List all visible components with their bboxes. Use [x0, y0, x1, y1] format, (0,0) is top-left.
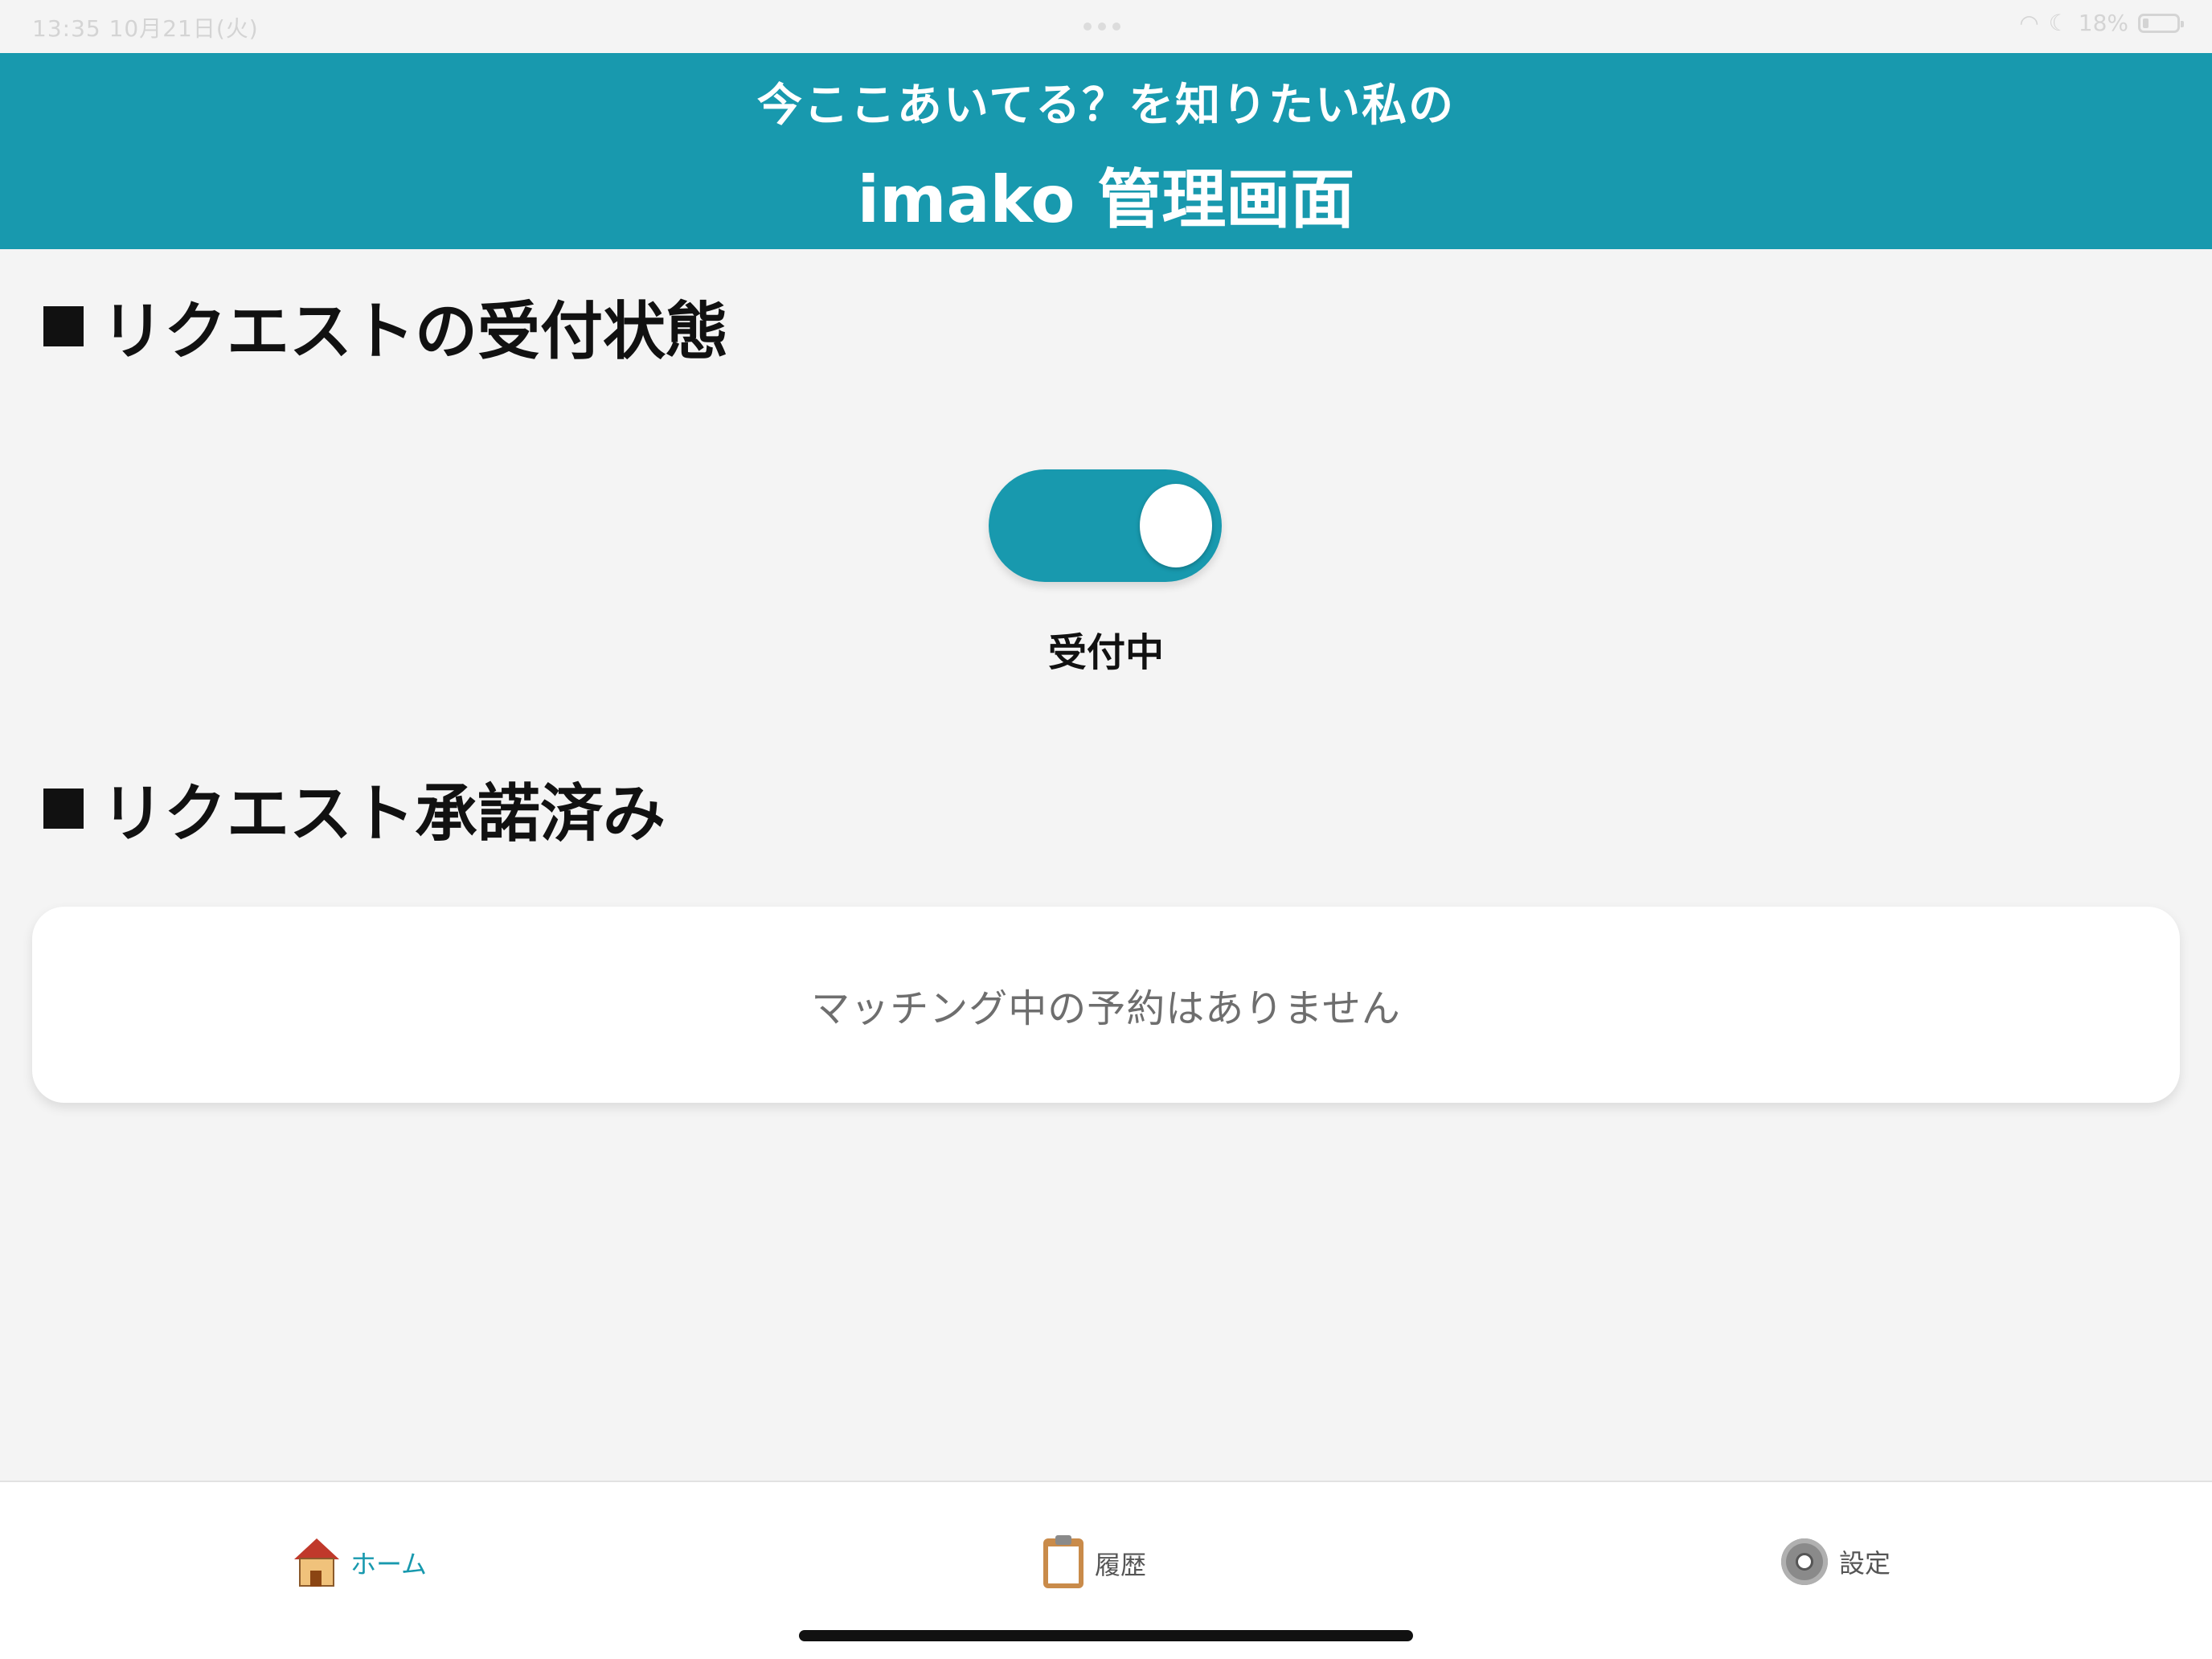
toggle-status-label: 受付中: [1047, 630, 1164, 675]
heading-square-icon: [43, 306, 84, 346]
tab-history-label: 履歴: [1095, 1550, 1147, 1580]
empty-reservations-card: マッチング中の予約はありません: [32, 907, 2180, 1103]
approved-requests-heading: リクエスト承諾済み: [43, 764, 666, 854]
status-time: 13:35 10月21日(火): [32, 15, 259, 42]
wifi-icon: ◠: [2019, 10, 2039, 36]
battery-icon: [2138, 13, 2184, 33]
heading-square-icon: [43, 789, 84, 829]
home-indicator[interactable]: [799, 1630, 1413, 1641]
clipboard-icon: [1043, 1535, 1083, 1588]
tab-settings-label: 設定: [1839, 1548, 1891, 1579]
tab-history[interactable]: 履歴: [1043, 1535, 1147, 1588]
accept-status-heading: リクエストの受付状態: [43, 281, 728, 371]
app-header: 今ここあいてる？を知りたい私の imako 管理画面: [0, 53, 2212, 249]
empty-message: マッチング中の予約はありません: [811, 986, 1401, 1031]
header-title: imako 管理画面: [857, 162, 1355, 237]
accept-toggle[interactable]: [989, 469, 1222, 582]
tab-home-label: ホーム: [350, 1549, 428, 1579]
battery-percent: 18%: [2078, 10, 2128, 36]
tab-home[interactable]: ホーム: [294, 1538, 427, 1587]
status-bar: 13:35 10月21日(火) ◠ ☾ 18%: [0, 0, 2212, 53]
multitasking-dots[interactable]: [1083, 23, 1129, 31]
battery-fill: [2143, 18, 2149, 28]
gear-icon: [1781, 1538, 1828, 1585]
house-icon: [294, 1538, 339, 1587]
accept-status-heading-text: リクエストの受付状態: [101, 296, 729, 368]
moon-icon: ☾: [2048, 10, 2069, 36]
toggle-knob[interactable]: [1140, 484, 1212, 567]
tab-settings[interactable]: 設定: [1781, 1538, 1890, 1585]
approved-requests-heading-text: リクエスト承諾済み: [101, 778, 666, 850]
status-indicators: ◠ ☾ 18%: [2019, 10, 2184, 36]
header-subtitle: 今ここあいてる？を知りたい私の: [756, 80, 1456, 132]
